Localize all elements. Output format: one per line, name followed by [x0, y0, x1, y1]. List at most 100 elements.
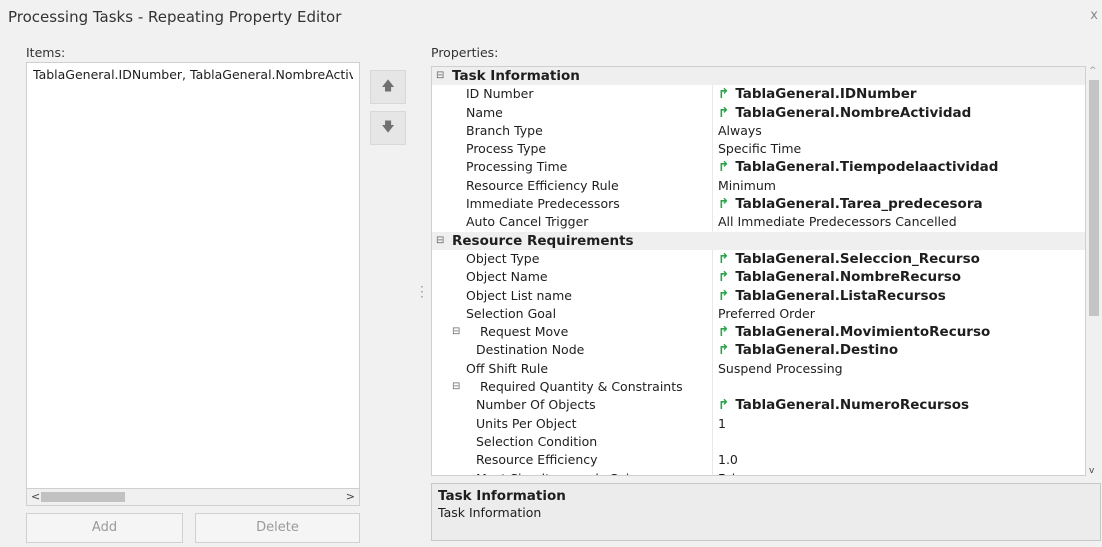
- scroll-down-icon[interactable]: v: [1089, 466, 1094, 476]
- property-name: Resource Efficiency Rule: [466, 177, 619, 193]
- property-value-text: TablaGeneral.NombreActividad: [735, 104, 972, 121]
- property-row[interactable]: ⊟ Required Quantity & Constraints: [432, 378, 1085, 397]
- column-divider: [712, 158, 713, 177]
- column-divider: [712, 451, 713, 470]
- property-value-text: TablaGeneral.Destino: [735, 342, 899, 359]
- property-name: Auto Cancel Trigger: [466, 214, 589, 230]
- description-title: Task Information: [438, 488, 566, 504]
- reference-arrow-icon: ↱: [718, 86, 730, 103]
- property-value[interactable]: Always: [718, 122, 762, 140]
- collapse-icon[interactable]: ⊟: [452, 323, 460, 341]
- column-divider: [712, 396, 713, 415]
- property-row[interactable]: Auto Cancel Trigger All Immediate Predece…: [432, 213, 1085, 232]
- property-row[interactable]: Resource Efficiency 1.0: [432, 451, 1085, 470]
- property-value-text: TablaGeneral.NumeroRecursos: [735, 397, 970, 414]
- property-rows: ⊟ Task Information ID Number ↱ TablaGeneral.…: [432, 67, 1085, 475]
- list-item[interactable]: TablaGeneral.IDNumber, TablaGeneral.Nomb…: [33, 67, 353, 82]
- title-bar: Processing Tasks - Repeating Property Ed…: [0, 0, 1102, 34]
- close-icon[interactable]: x: [1090, 8, 1098, 23]
- category-row[interactable]: ⊟ Task Information: [432, 67, 1085, 86]
- property-value[interactable]: ↱ TablaGeneral.Destino: [718, 341, 898, 359]
- property-grid[interactable]: ⊟ Task Information ID Number ↱ TablaGeneral.…: [431, 66, 1086, 476]
- property-value[interactable]: ↱ TablaGeneral.Seleccion_Recurso: [718, 250, 980, 268]
- arrow-up-icon: 🡅: [381, 79, 395, 94]
- items-horizontal-scrollbar[interactable]: < >: [26, 488, 360, 506]
- add-button[interactable]: Add: [26, 513, 183, 543]
- property-value[interactable]: Preferred Order: [718, 305, 815, 323]
- property-value-text: TablaGeneral.IDNumber: [735, 86, 917, 103]
- property-value[interactable]: Specific Time: [718, 140, 801, 158]
- reference-arrow-icon: ↱: [718, 397, 730, 414]
- property-value[interactable]: All Immediate Predecessors Cancelled: [718, 213, 957, 231]
- items-list[interactable]: TablaGeneral.IDNumber, TablaGeneral.Nomb…: [26, 62, 360, 506]
- scroll-left-icon[interactable]: <: [31, 490, 40, 503]
- property-row[interactable]: Units Per Object 1: [432, 414, 1085, 433]
- arrow-down-icon: 🡇: [381, 120, 395, 135]
- scroll-up-icon[interactable]: ^: [1089, 66, 1097, 76]
- move-up-button[interactable]: 🡅: [370, 70, 406, 104]
- splitter-handle[interactable]: · · ·: [420, 281, 424, 303]
- scroll-right-icon[interactable]: >: [346, 490, 355, 503]
- property-row[interactable]: Branch Type Always: [432, 121, 1085, 141]
- property-name: ID Number: [466, 86, 534, 102]
- collapse-icon[interactable]: ⊟: [436, 232, 444, 250]
- properties-vertical-scrollbar[interactable]: ^ v: [1088, 66, 1101, 476]
- category-row[interactable]: ⊟ Resource Requirements: [432, 231, 1085, 250]
- property-row[interactable]: Immediate Predecessors ↱ TablaGeneral.Tare…: [432, 195, 1085, 214]
- property-value[interactable]: ↱ TablaGeneral.NombreActividad: [718, 104, 971, 122]
- property-value[interactable]: ↱ TablaGeneral.NumeroRecursos: [718, 396, 969, 414]
- property-row[interactable]: Processing Time ↱ TablaGeneral.Tiempodelaa…: [432, 158, 1085, 177]
- property-row[interactable]: Selection Goal Preferred Order: [432, 304, 1085, 324]
- property-row[interactable]: Destination Node ↱ TablaGeneral.Destino: [432, 341, 1085, 360]
- property-value[interactable]: 1: [718, 415, 726, 433]
- column-divider: [712, 341, 713, 360]
- move-down-button[interactable]: 🡇: [370, 111, 406, 145]
- property-name: Request Move: [480, 324, 569, 340]
- scrollbar-thumb[interactable]: [41, 492, 125, 502]
- column-divider: [712, 121, 713, 141]
- property-value[interactable]: ↱ TablaGeneral.NombreRecurso: [718, 268, 961, 286]
- property-row[interactable]: Off Shift Rule Suspend Processing: [432, 359, 1085, 379]
- property-value[interactable]: ↱ TablaGeneral.MovimientoRecurso: [718, 323, 990, 341]
- reference-arrow-icon: ↱: [718, 159, 730, 176]
- property-row[interactable]: Resource Efficiency Rule Minimum: [432, 176, 1085, 196]
- property-value-text: Preferred Order: [718, 305, 815, 321]
- property-row[interactable]: Number Of Objects ↱ TablaGeneral.NumeroRec…: [432, 396, 1085, 415]
- property-value-text: Minimum: [718, 177, 776, 193]
- column-divider: [712, 249, 713, 269]
- scrollbar-thumb[interactable]: [1089, 80, 1099, 316]
- property-row[interactable]: Object Type ↱ TablaGeneral.Seleccion_Recur…: [432, 249, 1085, 269]
- collapse-icon[interactable]: ⊟: [436, 67, 444, 85]
- property-value[interactable]: 1.0: [718, 451, 738, 469]
- column-divider: [712, 176, 713, 196]
- property-row[interactable]: Must Simultaneously Seize False: [432, 469, 1085, 475]
- property-value-text: 1.0: [718, 452, 738, 468]
- property-value[interactable]: ↱ TablaGeneral.ListaRecursos: [718, 287, 946, 305]
- property-row[interactable]: Process Type Specific Time: [432, 140, 1085, 159]
- column-divider: [712, 85, 713, 104]
- column-divider: [712, 323, 713, 342]
- property-value-text: TablaGeneral.ListaRecursos: [735, 287, 946, 304]
- delete-button[interactable]: Delete: [195, 513, 360, 543]
- property-value-text: 1: [718, 415, 726, 431]
- property-row[interactable]: Selection Condition: [432, 432, 1085, 452]
- property-row[interactable]: Object List name ↱ TablaGeneral.ListaRecur…: [432, 286, 1085, 305]
- property-value[interactable]: Minimum: [718, 177, 776, 195]
- property-row[interactable]: ⊟ Request Move ↱ TablaGeneral.MovimientoRec…: [432, 323, 1085, 342]
- collapse-icon[interactable]: ⊟: [452, 378, 460, 396]
- property-name: Destination Node: [476, 342, 585, 358]
- property-value[interactable]: False: [718, 470, 749, 475]
- property-row[interactable]: ID Number ↱ TablaGeneral.IDNumber: [432, 85, 1085, 104]
- property-row[interactable]: Name ↱ TablaGeneral.NombreActividad: [432, 103, 1085, 122]
- property-row[interactable]: Object Name ↱ TablaGeneral.NombreRecurso: [432, 268, 1085, 287]
- property-value[interactable]: ↱ TablaGeneral.Tiempodelaactividad: [718, 158, 998, 176]
- category-name: Task Information: [452, 68, 580, 84]
- column-divider: [712, 414, 713, 433]
- property-value[interactable]: ↱ TablaGeneral.Tarea_predecesora: [718, 195, 983, 213]
- property-value[interactable]: Suspend Processing: [718, 360, 843, 378]
- description-text: Task Information: [438, 505, 542, 520]
- reference-arrow-icon: ↱: [718, 196, 730, 213]
- property-value-text: All Immediate Predecessors Cancelled: [718, 214, 957, 230]
- column-divider: [712, 103, 713, 122]
- property-value[interactable]: ↱ TablaGeneral.IDNumber: [718, 85, 917, 103]
